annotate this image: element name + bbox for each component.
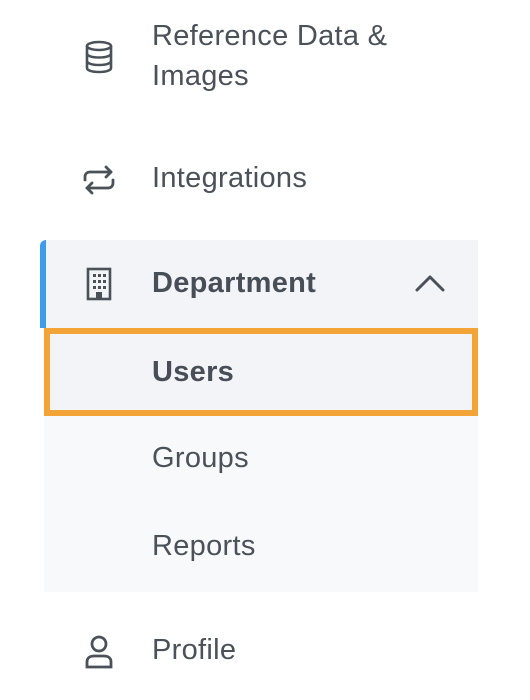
sync-arrows-icon <box>80 161 118 199</box>
submenu-item-users[interactable]: Users <box>44 328 478 416</box>
sidebar-nav: Reference Data & Images Integrations Dep… <box>0 0 530 700</box>
sidebar-item-label: Reference Data & Images <box>152 20 388 92</box>
database-icon <box>80 38 118 76</box>
department-submenu: Users Groups Reports <box>44 328 478 592</box>
sidebar-item-profile[interactable]: Profile <box>40 620 478 686</box>
sidebar-item-reference-data[interactable]: Reference Data & Images <box>40 0 478 120</box>
submenu-item-groups[interactable]: Groups <box>44 416 478 504</box>
building-icon <box>80 265 118 303</box>
sidebar-item-label: Integrations <box>152 162 308 194</box>
sidebar-item-label: Profile <box>152 634 237 666</box>
submenu-item-label: Groups <box>152 442 249 474</box>
sidebar-item-department[interactable]: Department <box>40 240 478 328</box>
user-icon <box>80 633 118 671</box>
submenu-item-reports[interactable]: Reports <box>44 504 478 592</box>
chevron-up-icon[interactable] <box>412 268 448 298</box>
submenu-item-label: Users <box>152 356 235 388</box>
submenu-item-label: Reports <box>152 530 256 562</box>
sidebar-item-label: Department <box>152 267 317 299</box>
sidebar-item-integrations[interactable]: Integrations <box>40 150 478 212</box>
